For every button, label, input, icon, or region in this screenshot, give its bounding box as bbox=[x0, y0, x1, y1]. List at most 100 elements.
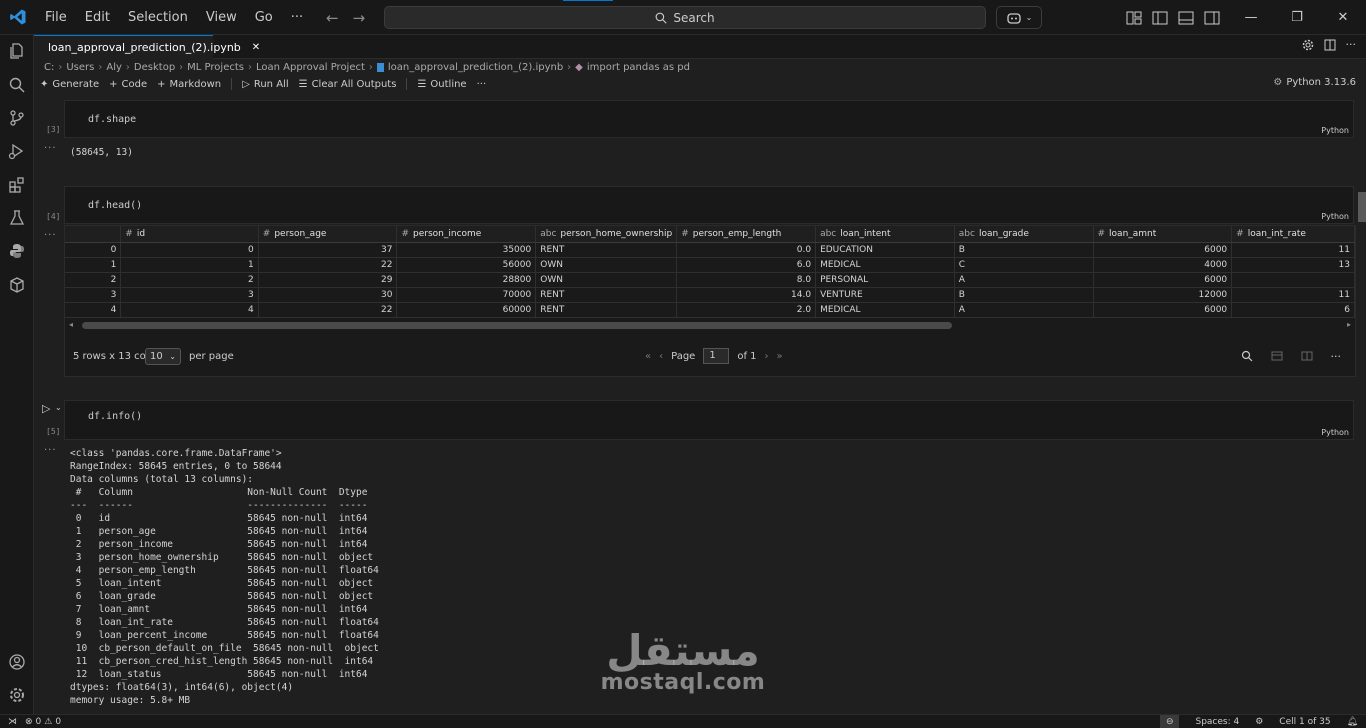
table-cell[interactable]: A bbox=[954, 302, 1094, 318]
table-cell[interactable]: 0 bbox=[120, 242, 259, 258]
table-cell[interactable]: 29 bbox=[258, 272, 398, 288]
run-all-button[interactable]: ▷ Run All bbox=[242, 79, 288, 90]
output-more-icon[interactable]: ··· bbox=[44, 230, 57, 241]
outline-button[interactable]: ☰ Outline bbox=[417, 79, 466, 90]
table-cell[interactable]: 14.0 bbox=[676, 287, 817, 303]
customize-layout-icon[interactable] bbox=[1126, 11, 1142, 25]
cell-language-label[interactable]: Python bbox=[1321, 126, 1349, 135]
page-input[interactable]: 1 bbox=[703, 348, 730, 364]
kernel-picker[interactable]: ⚙ Python 3.13.6 bbox=[1273, 77, 1356, 88]
output-more-icon[interactable]: ··· bbox=[44, 143, 57, 154]
menu-go[interactable]: Go bbox=[246, 0, 282, 35]
breadcrumb-item[interactable]: Users bbox=[66, 62, 94, 73]
breadcrumb-item[interactable]: loan_approval_prediction_(2).ipynb bbox=[388, 62, 563, 73]
table-cell[interactable]: VENTURE bbox=[815, 287, 955, 303]
column-header[interactable]: # loan_int_rate bbox=[1231, 226, 1355, 243]
cell-code[interactable]: df.info() bbox=[88, 411, 142, 422]
tab-loan-approval-notebook[interactable]: loan_approval_prediction_(2).ipynb ✕ bbox=[34, 35, 260, 59]
table-cell[interactable]: C bbox=[954, 257, 1094, 273]
breadcrumb-item[interactable]: Loan Approval Project bbox=[256, 62, 365, 73]
menu-file[interactable]: File bbox=[36, 0, 76, 35]
column-header[interactable]: # loan_amnt bbox=[1093, 226, 1233, 243]
menu-view[interactable]: View bbox=[197, 0, 246, 35]
row-index-cell[interactable]: 3 bbox=[65, 287, 122, 303]
table-cell[interactable]: RENT bbox=[535, 287, 678, 303]
scroll-left-icon[interactable]: ◂ bbox=[69, 320, 73, 329]
run-cell-icon[interactable]: ▷ bbox=[42, 402, 50, 415]
table-cell[interactable]: 11 bbox=[1231, 287, 1355, 303]
table-cell[interactable]: 1 bbox=[120, 257, 259, 273]
toggle-primary-sidebar-icon[interactable] bbox=[1152, 11, 1168, 25]
column-header[interactable]: # id bbox=[120, 226, 259, 243]
table-cell[interactable]: 6.0 bbox=[676, 257, 817, 273]
table-cell[interactable]: 6 bbox=[1231, 302, 1355, 318]
code-cell[interactable]: df.shape Python bbox=[64, 100, 1354, 138]
more-actions-icon[interactable]: ··· bbox=[1346, 39, 1357, 51]
vertical-scrollbar[interactable] bbox=[1358, 192, 1366, 222]
table-cell[interactable]: 6000 bbox=[1093, 242, 1233, 258]
toggle-panel-icon[interactable] bbox=[1178, 11, 1194, 25]
cell-position-status[interactable]: Cell 1 of 35 bbox=[1279, 717, 1330, 727]
table-cell[interactable]: MEDICAL bbox=[815, 302, 955, 318]
forward-arrow-icon[interactable]: → bbox=[353, 9, 366, 27]
column-header[interactable]: abc person_home_ownership bbox=[535, 226, 678, 243]
clear-outputs-button[interactable]: ☰ Clear All Outputs bbox=[299, 79, 397, 90]
restore-button[interactable]: ❐ bbox=[1274, 0, 1320, 35]
table-cell[interactable]: RENT bbox=[535, 302, 678, 318]
table-cell[interactable]: 56000 bbox=[396, 257, 537, 273]
breadcrumb-item[interactable]: Desktop bbox=[134, 62, 175, 73]
table-cell[interactable]: 22 bbox=[258, 302, 398, 318]
table-cell[interactable]: 60000 bbox=[396, 302, 537, 318]
column-header[interactable]: # person_income bbox=[396, 226, 537, 243]
tab-close-icon[interactable]: ✕ bbox=[252, 42, 260, 53]
table-cell[interactable]: RENT bbox=[535, 242, 678, 258]
table-cell[interactable]: 12000 bbox=[1093, 287, 1233, 303]
remote-explorer-icon[interactable] bbox=[7, 275, 27, 295]
table-cell[interactable]: PERSONAL bbox=[815, 272, 955, 288]
table-cell[interactable]: A bbox=[954, 272, 1094, 288]
table-cell[interactable]: 35000 bbox=[396, 242, 537, 258]
problems-indicator[interactable]: ⊗ 0 ⚠ 0 bbox=[25, 717, 61, 727]
indentation-status[interactable]: Spaces: 4 bbox=[1195, 717, 1239, 727]
account-icon[interactable] bbox=[7, 652, 27, 672]
table-cell[interactable]: 28800 bbox=[396, 272, 537, 288]
zoom-indicator[interactable]: ⊖ bbox=[1159, 714, 1180, 728]
copilot-button[interactable]: ⌄ bbox=[996, 6, 1042, 29]
add-code-button[interactable]: + Code bbox=[109, 79, 147, 90]
cell-language-label[interactable]: Python bbox=[1321, 212, 1349, 221]
cell-code[interactable]: df.head() bbox=[88, 200, 142, 211]
row-index-cell[interactable]: 1 bbox=[65, 257, 122, 273]
previous-page-icon[interactable]: ‹ bbox=[659, 351, 663, 362]
breadcrumb-item[interactable]: C: bbox=[44, 62, 54, 73]
menu-more[interactable]: ··· bbox=[282, 0, 312, 35]
notebook-status-icon[interactable]: ⚙ bbox=[1255, 717, 1263, 727]
export-table-icon[interactable] bbox=[1301, 350, 1313, 362]
table-cell[interactable]: 70000 bbox=[396, 287, 537, 303]
scroll-right-icon[interactable]: ▸ bbox=[1347, 320, 1351, 329]
generate-button[interactable]: ✦ Generate bbox=[40, 79, 99, 90]
table-cell[interactable]: 8.0 bbox=[676, 272, 817, 288]
search-icon[interactable] bbox=[1241, 350, 1253, 362]
copy-table-icon[interactable] bbox=[1271, 350, 1283, 362]
run-debug-icon[interactable] bbox=[7, 141, 27, 161]
table-cell[interactable]: 22 bbox=[258, 257, 398, 273]
toggle-secondary-sidebar-icon[interactable] bbox=[1204, 11, 1220, 25]
code-cell[interactable]: df.head() Python bbox=[64, 186, 1354, 224]
python-icon[interactable] bbox=[7, 241, 27, 261]
first-page-icon[interactable]: « bbox=[645, 351, 651, 362]
table-cell[interactable]: MEDICAL bbox=[815, 257, 955, 273]
search-box[interactable]: Search bbox=[384, 0, 986, 29]
breadcrumb-item[interactable]: ML Projects bbox=[187, 62, 244, 73]
table-cell[interactable]: EDUCATION bbox=[815, 242, 955, 258]
menu-edit[interactable]: Edit bbox=[76, 0, 119, 35]
table-cell[interactable]: 2.0 bbox=[676, 302, 817, 318]
code-cell[interactable]: df.info() Python bbox=[64, 400, 1354, 440]
testing-icon[interactable] bbox=[7, 208, 27, 228]
table-cell[interactable]: B bbox=[954, 242, 1094, 258]
last-page-icon[interactable]: » bbox=[777, 351, 783, 362]
table-cell[interactable]: 4000 bbox=[1093, 257, 1233, 273]
notifications-bell-icon[interactable]: 🔔︎ bbox=[1347, 717, 1358, 727]
back-arrow-icon[interactable]: ← bbox=[326, 9, 339, 27]
table-cell[interactable]: B bbox=[954, 287, 1094, 303]
output-more-icon[interactable]: ··· bbox=[44, 445, 57, 456]
